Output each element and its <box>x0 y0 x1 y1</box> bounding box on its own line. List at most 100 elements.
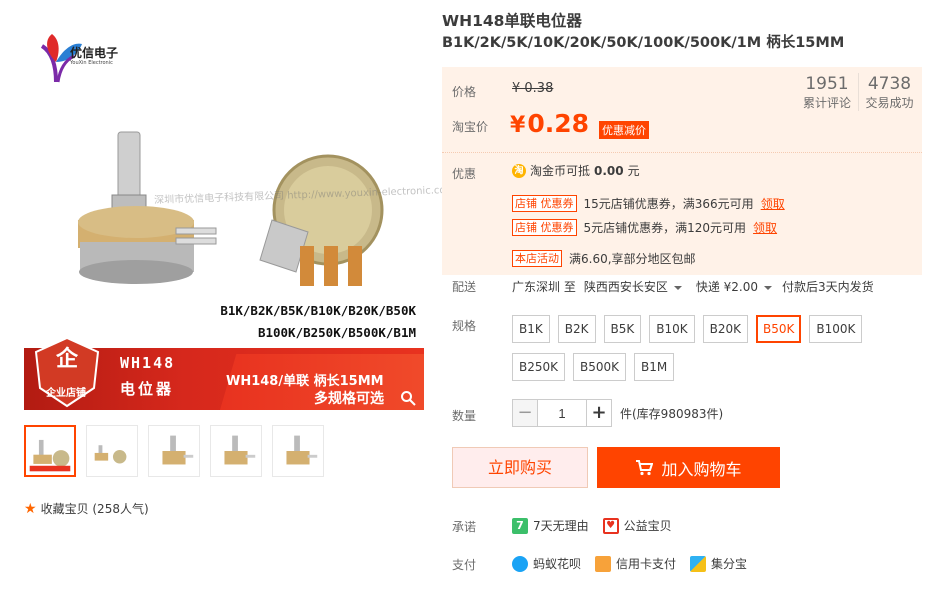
taobao-coin-row: 淘 淘金币可抵 0.00 元 <box>512 162 640 179</box>
sales-count: 4738 <box>867 74 912 94</box>
quantity-stepper: − + 件(库存980983件) <box>512 399 723 427</box>
stats: 1951 累计评论 4738 交易成功 <box>796 73 920 111</box>
product-detail: WH148单联电位器 B1K/2K/5K/10K/20K/50K/100K/50… <box>442 10 922 572</box>
thumbnail[interactable] <box>148 425 200 477</box>
spec-line-2: B100K/B250K/B500K/B1M <box>257 325 416 340</box>
promise-item[interactable]: ♥ 公益宝贝 <box>602 517 672 534</box>
spec-option[interactable]: B1M <box>634 353 675 381</box>
ship-from: 广东深圳 至 <box>512 280 576 294</box>
banner-title-type: 电位器 <box>120 380 175 398</box>
spec-label: 规格 <box>452 319 477 333</box>
ship-to-select[interactable]: 陕西西安长安区 <box>584 278 682 295</box>
quantity-input[interactable] <box>538 399 586 427</box>
payment-row: 蚂蚁花呗 信用卡支付 集分宝 <box>512 555 747 572</box>
seven-day-return-icon: 7 <box>512 517 528 534</box>
coin-text-suffix: 元 <box>627 164 640 178</box>
banner-title-model: WH148 <box>120 354 176 372</box>
spec-option-selected[interactable]: B50K <box>756 315 802 343</box>
payment-item[interactable]: 集分宝 <box>690 555 747 572</box>
payment-text: 蚂蚁花呗 <box>533 557 582 571</box>
zoom-icon[interactable] <box>400 390 416 406</box>
thumbnail[interactable] <box>210 425 262 477</box>
credit-card-icon <box>595 555 612 572</box>
add-to-cart-button[interactable]: 加入购物车 <box>597 447 780 488</box>
coupon-tag: 店铺 优惠券 <box>512 195 577 212</box>
jifenbao-icon <box>690 555 707 572</box>
ship-eta: 付款后3天内发货 <box>782 280 874 294</box>
taobao-price-label: 淘宝价 <box>452 120 489 134</box>
review-count: 1951 <box>805 74 849 94</box>
payment-label: 支付 <box>452 558 477 572</box>
coupon-row: 店铺 优惠券 15元店铺优惠券，满366元可用 领取 <box>512 195 785 212</box>
spec-option[interactable]: B250K <box>512 353 566 381</box>
main-product-image[interactable]: 优信电子 YouXin Electronic 深圳市优信电子科技有限公司 htt… <box>24 10 455 410</box>
spec-option[interactable]: B5K <box>603 315 642 343</box>
spec-option[interactable]: B2K <box>557 315 596 343</box>
activity-tag: 本店活动 <box>512 250 562 267</box>
buy-now-button[interactable]: 立即购买 <box>452 447 588 488</box>
price-label: 价格 <box>452 85 477 99</box>
decrease-button[interactable]: − <box>512 399 538 427</box>
coin-text-prefix: 淘金币可抵 <box>530 164 591 178</box>
shipping-label: 配送 <box>452 280 477 294</box>
express-value: 快递 ¥2.00 <box>695 280 759 294</box>
promise-label: 承诺 <box>452 520 477 534</box>
spec-option[interactable]: B10K <box>649 315 695 343</box>
promo-tag: 优惠减价 <box>599 121 649 139</box>
coupon-text: 15元店铺优惠券，满366元可用 <box>583 197 754 211</box>
coupon-text: 5元店铺优惠券，满120元可用 <box>583 221 747 235</box>
payment-text: 信用卡支付 <box>616 557 677 571</box>
coupon-tag: 店铺 优惠券 <box>512 219 577 236</box>
promise-text: 7天无理由 <box>533 519 589 533</box>
review-stat[interactable]: 1951 累计评论 <box>796 73 858 111</box>
stock-text: 件(库存980983件) <box>620 406 724 421</box>
promo-price-value: 0.28 <box>527 109 589 138</box>
star-icon: ★ <box>24 500 37 517</box>
banner-right-line-2: 多规格可选 <box>314 391 384 407</box>
review-label: 累计评论 <box>802 96 851 110</box>
coupon-row: 店铺 优惠券 5元店铺优惠券，满120元可用 领取 <box>512 219 777 236</box>
promise-text: 公益宝贝 <box>623 519 672 533</box>
chevron-down-icon <box>764 285 773 290</box>
badge-label: 企业店铺 <box>46 388 86 399</box>
increase-button[interactable]: + <box>586 399 612 427</box>
favorite-button[interactable]: ★ 收藏宝贝 (258人气) <box>24 500 149 517</box>
offers-label: 优惠 <box>452 167 477 181</box>
activity-text: 满6.60,享部分地区包邮 <box>569 252 696 266</box>
charity-heart-icon: ♥ <box>602 517 619 534</box>
promo-banner: 企 企业店铺 WH148 电位器 WH148/单联 柄长15MM 多规格可选 <box>24 336 424 410</box>
product-title-line-1: WH148单联电位器 <box>442 12 582 30</box>
banner-right-line-1: WH148/单联 柄长15MM <box>226 374 384 389</box>
spec-line-1: B1K/B2K/B5K/B10K/B20K/B50K <box>220 303 416 318</box>
spec-option[interactable]: B100K <box>809 315 863 343</box>
payment-item[interactable]: 蚂蚁花呗 <box>512 555 581 572</box>
promise-row: 7 7天无理由 ♥ 公益宝贝 <box>512 517 672 534</box>
express-select[interactable]: 快递 ¥2.00 <box>695 278 773 295</box>
svg-text:企: 企 <box>55 346 79 372</box>
thumbnail[interactable] <box>272 425 324 477</box>
promo-price: ¥ 0.28 <box>510 109 589 138</box>
original-price: ¥ 0.38 <box>512 81 554 96</box>
shipping-row: 广东深圳 至 陕西西安长安区 快递 ¥2.00 付款后3天内发货 <box>512 278 874 295</box>
spec-option[interactable]: B20K <box>702 315 748 343</box>
store-activity-row: 本店活动 满6.60,享部分地区包邮 <box>512 250 696 267</box>
price-panel: 价格 ¥ 0.38 1951 累计评论 4738 交易成功 淘宝价 ¥ 0.28… <box>442 67 922 275</box>
product-gallery: 优信电子 YouXin Electronic 深圳市优信电子科技有限公司 htt… <box>24 10 455 517</box>
spec-option[interactable]: B500K <box>573 353 627 381</box>
sales-stat: 4738 交易成功 <box>858 73 920 111</box>
currency-symbol: ¥ <box>510 113 526 138</box>
claim-coupon-link[interactable]: 领取 <box>753 219 777 236</box>
payment-item[interactable]: 信用卡支付 <box>595 555 676 572</box>
spec-options: B1K B2K B5K B10K B20K B50K B100K B250K B… <box>512 315 912 381</box>
add-to-cart-label: 加入购物车 <box>661 459 742 479</box>
taobao-coin-icon: 淘 <box>512 163 526 178</box>
thumbnail[interactable] <box>86 425 138 477</box>
cart-icon <box>636 459 654 475</box>
spec-option[interactable]: B1K <box>512 315 550 343</box>
thumbnail-strip <box>24 425 324 477</box>
claim-coupon-link[interactable]: 领取 <box>761 195 785 212</box>
thumbnail[interactable] <box>24 425 76 477</box>
promise-item[interactable]: 7 7天无理由 <box>512 517 589 534</box>
favorite-label: 收藏宝贝 (258人气) <box>40 502 149 516</box>
potentiometer-illustration <box>78 131 384 286</box>
